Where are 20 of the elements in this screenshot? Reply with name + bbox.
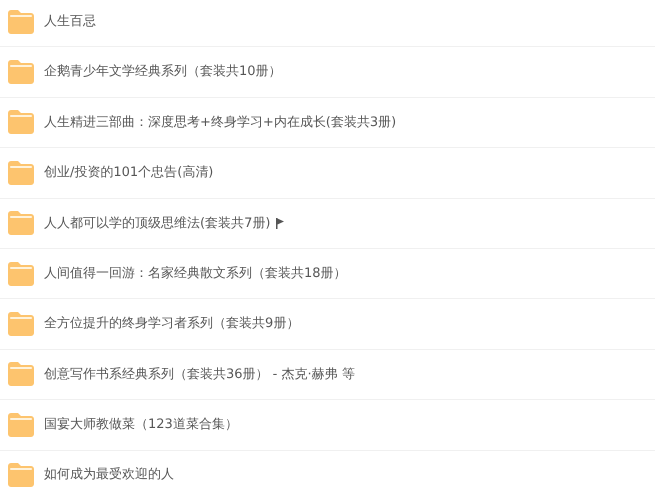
folder-name[interactable]: 全方位提升的终身学习者系列（套装共9册） bbox=[44, 314, 300, 334]
folder-icon bbox=[8, 262, 34, 286]
folder-icon bbox=[8, 10, 34, 34]
folder-name[interactable]: 人生百忌 bbox=[44, 12, 96, 32]
folder-icon bbox=[8, 60, 34, 84]
folder-icon bbox=[8, 312, 34, 336]
folder-icon bbox=[8, 463, 34, 488]
folder-icon bbox=[8, 211, 34, 236]
folder-name[interactable]: 人间值得一回游：名家经典散文系列（套装共18册） bbox=[44, 264, 347, 284]
folder-icon bbox=[8, 110, 34, 134]
folder-icon bbox=[8, 362, 34, 386]
folder-name[interactable]: 创业/投资的101个忠告(高清) bbox=[44, 163, 214, 183]
folder-name[interactable]: 创意写作书系经典系列（套装共36册） - 杰克·赫弗 等 bbox=[44, 364, 355, 384]
folder-name[interactable]: 人生精进三部曲：深度思考+终身学习+内在成长(套装共3册) bbox=[44, 112, 396, 132]
folder-name[interactable]: 国宴大师教做菜（123道菜合集） bbox=[44, 415, 238, 435]
folder-icon bbox=[8, 160, 34, 185]
folder-name[interactable]: 企鹅青少年文学经典系列（套装共10册） bbox=[44, 62, 282, 82]
folder-name[interactable]: 人人都可以学的顶级思维法(套装共7册) bbox=[44, 214, 270, 233]
folder-icon bbox=[8, 412, 34, 437]
folder-name[interactable]: 如何成为最受欢迎的人 bbox=[44, 465, 174, 485]
